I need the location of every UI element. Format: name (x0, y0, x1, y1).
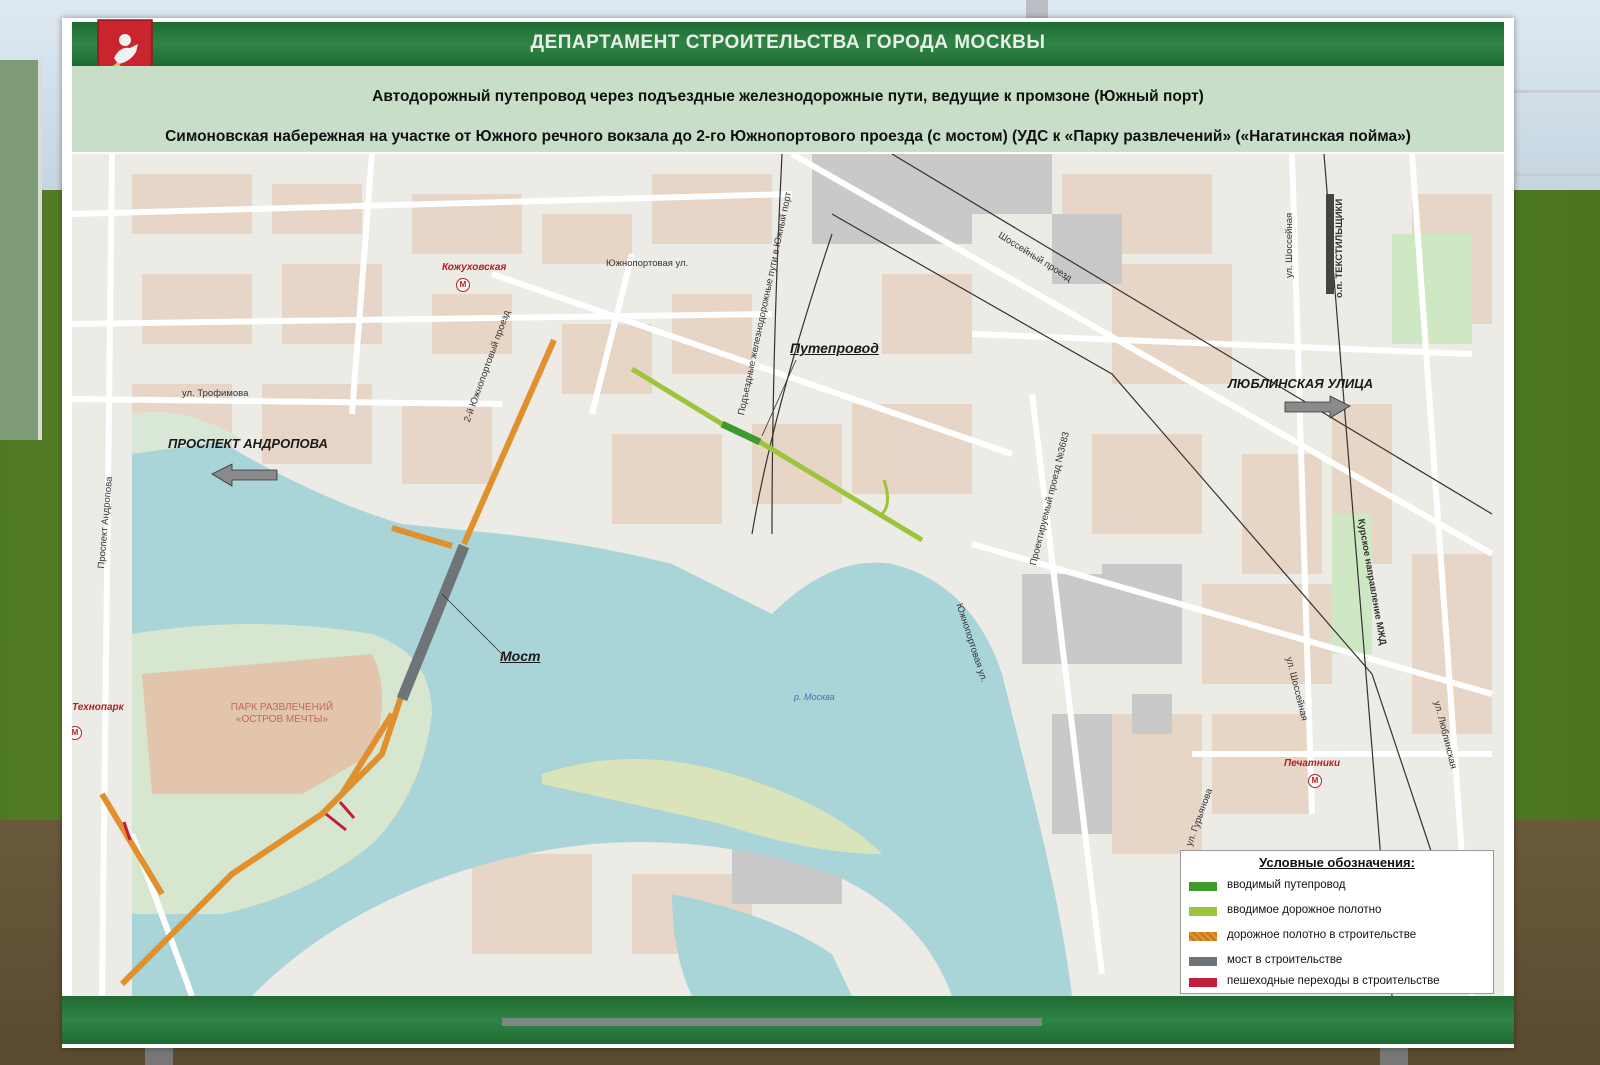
metro-tekhnopark-label: Технопарк (72, 702, 124, 713)
footer-strip (502, 1018, 1042, 1026)
overpass-label: Путепровод (790, 340, 879, 356)
metro-icon: М (456, 278, 470, 292)
legend: Условные обозначения: вводимый путепрово… (1180, 850, 1494, 994)
subtitle-embankment: Симоновская набережная на участке от Южн… (165, 128, 1411, 145)
park-label: ПАРК РАЗВЛЕЧЕНИЙ «ОСТРОВ МЕЧТЫ» (230, 702, 334, 725)
lyublinskaya-callout: ЛЮБЛИНСКАЯ УЛИЦА (1228, 376, 1374, 391)
bridge-label: Мост (500, 648, 541, 664)
legend-label: вводимое дорожное полотно (1227, 904, 1382, 916)
street-yuzhnoportovaya: Южнопортовая ул. (606, 258, 689, 269)
side-board (0, 60, 42, 440)
river-label: р. Москва (794, 692, 835, 702)
metro-icon: М (1308, 774, 1322, 788)
legend-label: вводимый путепровод (1227, 879, 1346, 891)
legend-label: дорожное полотно в строительстве (1227, 929, 1417, 941)
legend-title: Условные обозначения: (1259, 855, 1415, 870)
legend-swatch (1189, 932, 1217, 941)
header-bar: ДЕПАРТАМЕНТ СТРОИТЕЛЬСТВА ГОРОДА МОСКВЫ (72, 22, 1504, 66)
overpass-road (630, 366, 724, 427)
map-area: Путепровод Мост ПРОСПЕКТ АНДРОПОВА ЛЮБЛИ… (72, 154, 1504, 996)
info-board: ДЕПАРТАМЕНТ СТРОИТЕЛЬСТВА ГОРОДА МОСКВЫ … (62, 18, 1514, 1048)
department-title: ДЕПАРТАМЕНТ СТРОИТЕЛЬСТВА ГОРОДА МОСКВЫ (530, 32, 1046, 53)
legend-swatch (1189, 907, 1217, 916)
river-channel (672, 894, 852, 996)
metro-pechatniki-label: Печатники (1284, 758, 1341, 769)
legend-swatch (1189, 978, 1217, 987)
legend-label: мост в строительстве (1227, 954, 1343, 966)
street-shosseynaya-top: ул. Шоссейная (1284, 212, 1295, 278)
metro-kozhukhovskaya-label: Кожуховская (442, 262, 507, 273)
fence-rail (1510, 90, 1600, 176)
subtitle-overpass: Автодорожный путепровод через подъездные… (372, 88, 1204, 105)
prospekt-andropova-callout: ПРОСПЕКТ АНДРОПОВА (168, 436, 328, 451)
legend-label: пешеходные переходы в строительстве (1227, 975, 1440, 987)
station-platform (1326, 194, 1334, 294)
legend-swatch (1189, 957, 1217, 966)
legend-swatch (1189, 882, 1217, 891)
subheader: Автодорожный путепровод через подъездные… (72, 66, 1504, 152)
station-tekstilshchiki: о.п. ТЕКСТИЛЬЩИКИ (1334, 198, 1345, 298)
street-trofimova: ул. Трофимова (182, 388, 249, 399)
